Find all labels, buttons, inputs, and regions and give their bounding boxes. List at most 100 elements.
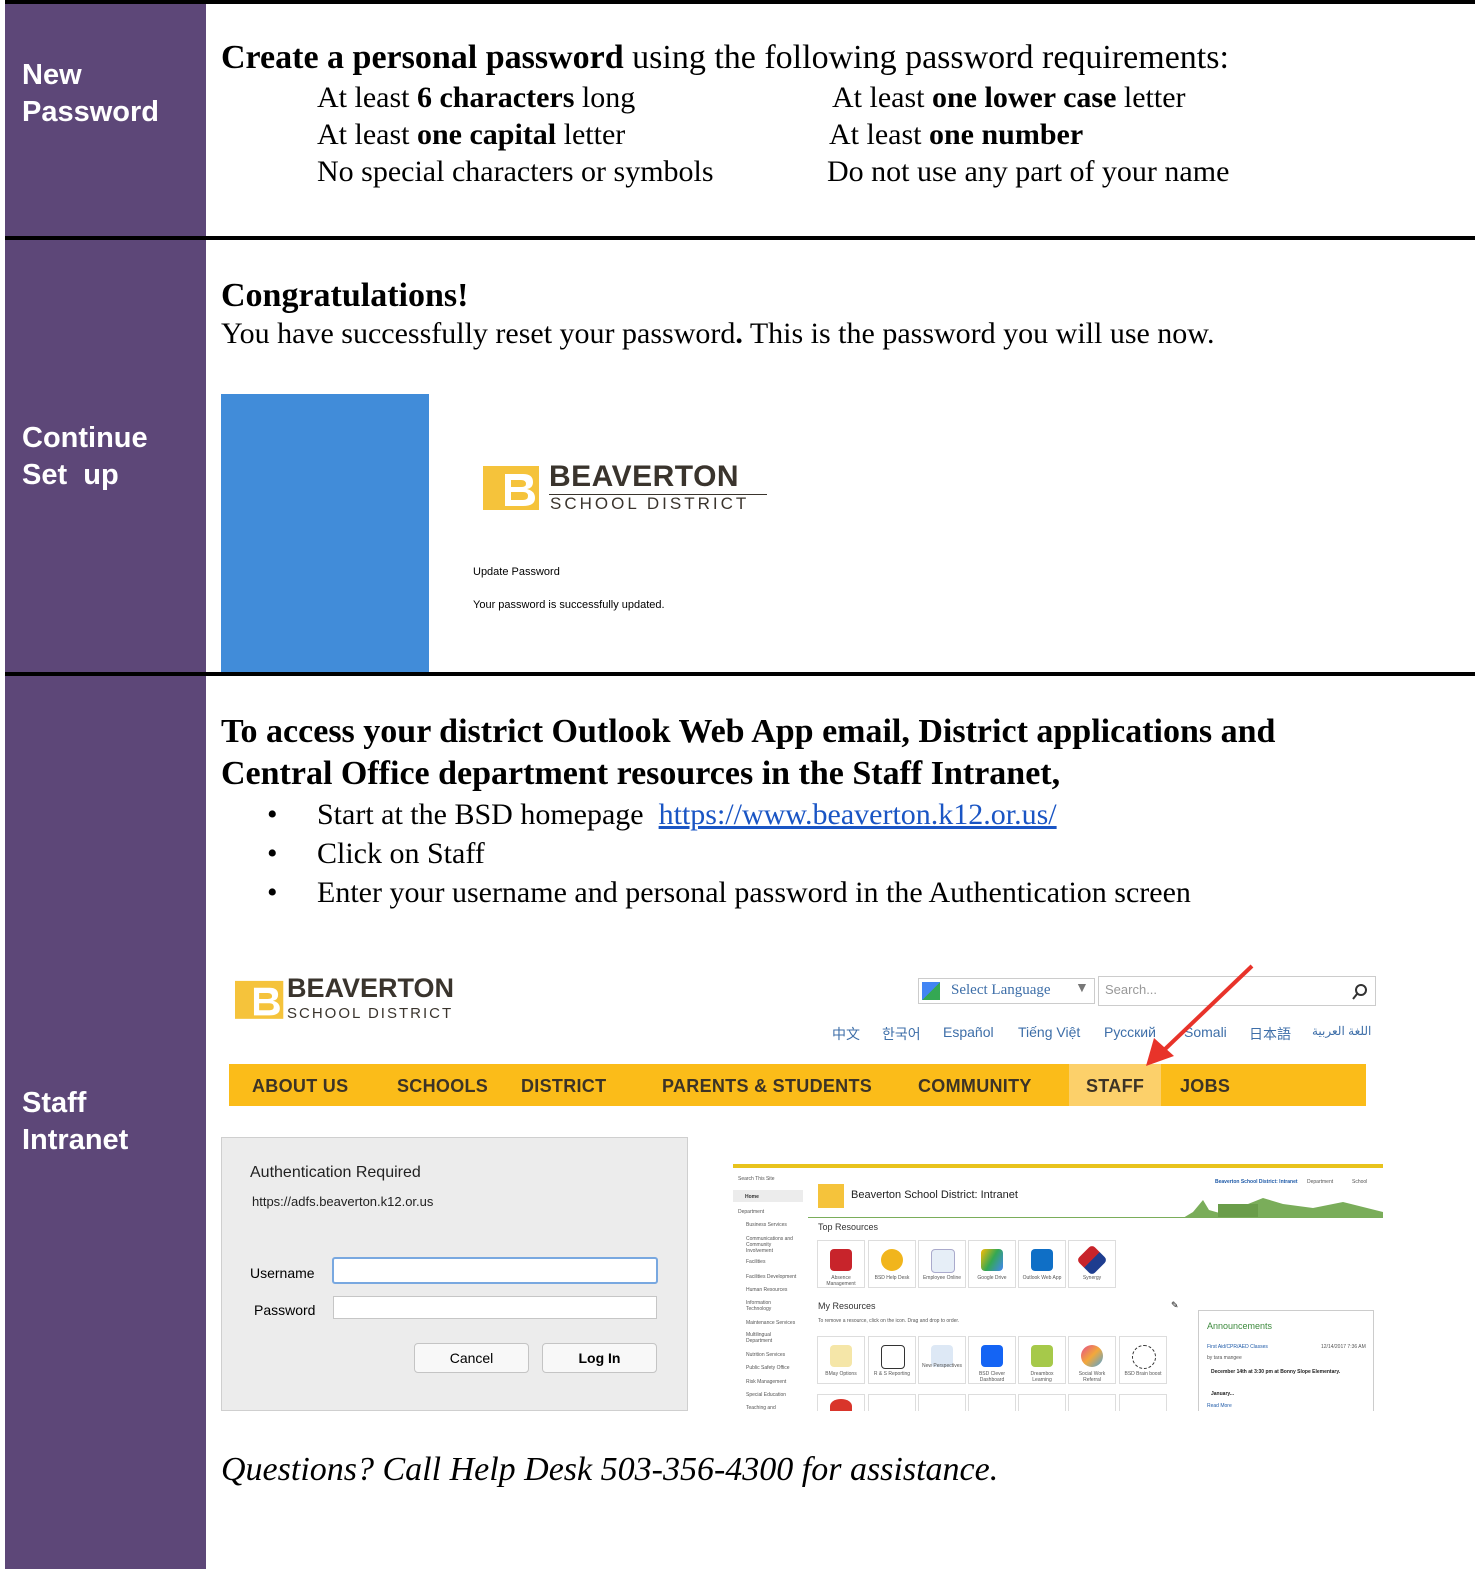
password-label: Password [254, 1302, 316, 1318]
intranet-nav-item[interactable]: Facilities Development [746, 1274, 796, 1280]
tile-bmay-options[interactable]: BMay Options [817, 1336, 865, 1384]
tile-bsd-brain-boost[interactable]: BSD Brain boost [1119, 1336, 1167, 1384]
tile-label: R & S Reporting [873, 1371, 911, 1377]
success-dot: . [735, 317, 743, 350]
nav-schools[interactable]: SCHOOLS [397, 1076, 488, 1097]
announcements-title: Announcements [1207, 1321, 1273, 1331]
log-in-button[interactable]: Log In [542, 1343, 657, 1373]
intranet-top-link[interactable]: School [1352, 1179, 1367, 1185]
req-text: long [574, 81, 636, 114]
language-link[interactable]: Español [943, 1024, 994, 1040]
intranet-top-link[interactable]: Department [1307, 1179, 1333, 1185]
intranet-top-stripe [733, 1164, 1383, 1168]
language-link[interactable]: Tiếng Việt [1018, 1024, 1080, 1040]
req-text: At least [317, 118, 417, 151]
label-continue-setup: Continue Set up [22, 420, 148, 494]
blue-side-panel [221, 394, 429, 672]
password-field[interactable] [333, 1296, 657, 1319]
bullet-homepage: Start at the BSD homepage https://www.be… [317, 796, 1057, 833]
auth-dialog: Authentication Required https://adfs.bea… [221, 1137, 688, 1411]
req-text: At least [832, 81, 932, 114]
intranet-nav-item[interactable]: Risk Management [746, 1379, 786, 1385]
nav-community[interactable]: COMMUNITY [918, 1076, 1032, 1097]
logo-sub-text: SCHOOL DISTRICT [287, 1005, 454, 1022]
requirement-no-name: Do not use any part of your name [827, 155, 1230, 188]
tile-label: New Perspectives [921, 1363, 962, 1369]
label-new-password: New Password [22, 57, 159, 131]
nav-staff[interactable]: STAFF [1086, 1076, 1144, 1097]
update-password-message: Your password is successfully updated. [473, 599, 665, 611]
username-field[interactable] [332, 1257, 658, 1284]
intranet-nav-item[interactable]: Maintenance Services [746, 1320, 795, 1326]
intranet-nav-item[interactable]: Nutrition Services [746, 1352, 785, 1358]
tile-new-perspectives[interactable]: New Perspectives [918, 1336, 966, 1384]
tile-social-work-referral[interactable]: Social Work Referral [1068, 1336, 1116, 1384]
req-bold: one lower case [931, 81, 1117, 114]
tile-bsd-clever-dashboard[interactable]: BSD Clever Dashboard [968, 1336, 1016, 1384]
intranet-title: Beaverton School District: Intranet [851, 1189, 1018, 1201]
intranet-nav-item[interactable]: Facilities [746, 1259, 765, 1265]
tile-synergy[interactable]: Synergy [1068, 1240, 1116, 1288]
requirement-number: At least one number [829, 116, 1083, 153]
dreambox-icon [1031, 1345, 1053, 1367]
bsd-logo: BEAVERTON SCHOOL DISTRICT [483, 460, 773, 514]
language-link[interactable]: اللغة العربية [1312, 1024, 1371, 1038]
synergy-icon [1076, 1244, 1108, 1276]
announcement-read-more[interactable]: Read More [1207, 1403, 1232, 1409]
update-password-title: Update Password [473, 566, 560, 578]
red-arrow-icon [1146, 964, 1254, 1066]
select-language-widget[interactable]: Select Language ▼ [918, 978, 1095, 1004]
intranet-nav-item[interactable]: Public Safety Office [746, 1365, 790, 1371]
heading-line: Central Office department resources in t… [221, 755, 1061, 792]
my-resources-label: My Resources [818, 1301, 876, 1311]
tile-employee-online[interactable]: Employee Online [918, 1240, 966, 1288]
heading-rest: using the following password requirement… [623, 39, 1229, 76]
announcement-text: January... [1211, 1391, 1234, 1397]
announcement-author: by tara mangee [1207, 1355, 1242, 1361]
intranet-nav-item[interactable]: Business Services [746, 1222, 787, 1228]
req-text: letter [1116, 81, 1186, 114]
partial-tile [918, 1394, 966, 1411]
intranet-nav-item[interactable]: Department [738, 1209, 764, 1215]
label-staff-intranet: Staff Intranet [22, 1085, 128, 1159]
rs-icon [881, 1345, 905, 1369]
homepage-logo: BEAVERTON SCHOOL DISTRICT [235, 973, 465, 1027]
intranet-nav-item[interactable]: Home [745, 1194, 759, 1200]
absence-icon [830, 1249, 852, 1271]
partial-tile [968, 1394, 1016, 1411]
tile-label: Employee Online [922, 1275, 962, 1281]
language-link[interactable]: 한국어 [882, 1024, 921, 1044]
intranet-top-link[interactable]: Beaverton School District: Intranet [1215, 1179, 1298, 1185]
cancel-button[interactable]: Cancel [414, 1343, 529, 1373]
intranet-nav-item[interactable]: Human Resources [746, 1287, 787, 1293]
intranet-nav-item[interactable]: Teaching and [746, 1405, 776, 1411]
pencil-icon[interactable]: ✎ [1171, 1300, 1179, 1311]
congratulations-heading: Congratulations! [221, 277, 469, 314]
intranet-nav-item[interactable]: Special Education [746, 1392, 786, 1398]
tile-outlook-web-app[interactable]: Outlook Web App [1018, 1240, 1066, 1288]
bsd-homepage-link[interactable]: https://www.beaverton.k12.or.us/ [659, 798, 1057, 831]
tile-bsd-help-desk[interactable]: BSD Help Desk [868, 1240, 916, 1288]
intranet-nav-item[interactable]: Information Technology [746, 1300, 791, 1312]
nav-about-us[interactable]: ABOUT US [252, 1076, 348, 1097]
tile-absence-management[interactable]: Absence Management [817, 1240, 865, 1288]
nav-jobs[interactable]: JOBS [1180, 1076, 1230, 1097]
req-bold: one number [928, 118, 1084, 151]
nav-parents-students[interactable]: PARENTS & STUDENTS [662, 1076, 872, 1097]
outlook-icon [1031, 1249, 1053, 1271]
tile-google-drive[interactable]: Google Drive [968, 1240, 1016, 1288]
auth-title: Authentication Required [250, 1164, 421, 1181]
intranet-search[interactable]: Search This Site [738, 1176, 775, 1182]
nav-district[interactable]: DISTRICT [521, 1076, 606, 1097]
language-link[interactable]: 中文 [832, 1024, 860, 1044]
announcement-item[interactable]: First Aid/CPR/AED Classes [1207, 1344, 1268, 1350]
bmay-icon [830, 1345, 852, 1367]
select-language-label: Select Language [951, 982, 1051, 998]
bullet-dot: • [267, 798, 278, 831]
tile-rs-reporting[interactable]: R & S Reporting [868, 1336, 916, 1384]
tile-label: BSD Brain boost [1124, 1371, 1162, 1377]
tile-dreambox-learning[interactable]: Dreambox Learning [1018, 1336, 1066, 1384]
intranet-nav-item[interactable]: Multilingual Department [746, 1332, 786, 1344]
intranet-nav-item[interactable]: Communications and Community Involvement [746, 1236, 796, 1254]
google-drive-icon [981, 1249, 1003, 1271]
